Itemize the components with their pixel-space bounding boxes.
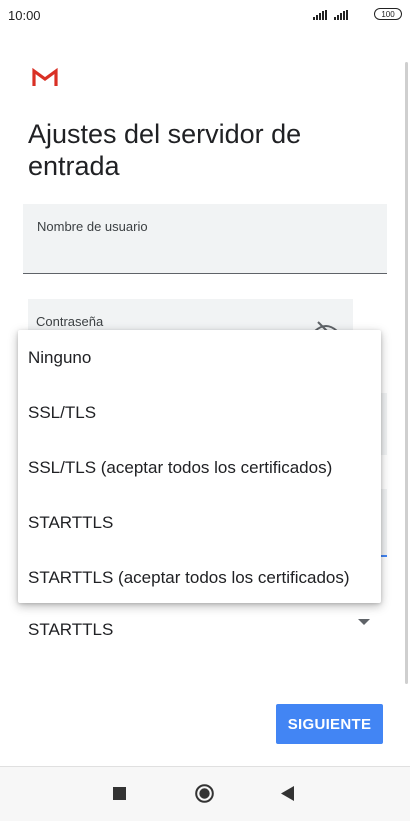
menu-item-starttls-accept-all[interactable]: STARTTLS (aceptar todos los certificados… (18, 550, 381, 605)
username-label: Nombre de usuario (37, 219, 148, 234)
recents-icon[interactable] (113, 787, 126, 800)
menu-item-ssl-tls-accept-all[interactable]: SSL/TLS (aceptar todos los certificados) (18, 440, 381, 495)
username-field[interactable]: Nombre de usuario (23, 204, 387, 274)
status-time: 10:00 (8, 8, 41, 23)
username-underline (23, 273, 387, 274)
gmail-logo-icon (32, 67, 58, 86)
navigation-bar (0, 766, 410, 821)
next-button[interactable]: SIGUIENTE (276, 704, 383, 744)
status-bar: 10:00 100 (0, 0, 410, 30)
menu-item-ninguno[interactable]: Ninguno (18, 330, 381, 385)
security-type-menu: Ninguno SSL/TLS SSL/TLS (aceptar todos l… (18, 330, 381, 603)
signal-icon-2 (334, 10, 350, 20)
menu-item-starttls[interactable]: STARTTLS (18, 495, 381, 550)
battery-icon: 100 (374, 8, 402, 20)
scrollbar[interactable] (405, 62, 408, 684)
password-label: Contraseña (36, 314, 104, 329)
dropdown-arrow-icon (358, 619, 370, 625)
signal-icon (313, 10, 329, 20)
security-type-value: STARTTLS (28, 620, 114, 639)
back-icon[interactable] (281, 786, 295, 801)
page-title: Ajustes del servidor de entrada (28, 119, 302, 181)
menu-item-ssl-tls[interactable]: SSL/TLS (18, 385, 381, 440)
home-icon[interactable] (195, 784, 214, 803)
